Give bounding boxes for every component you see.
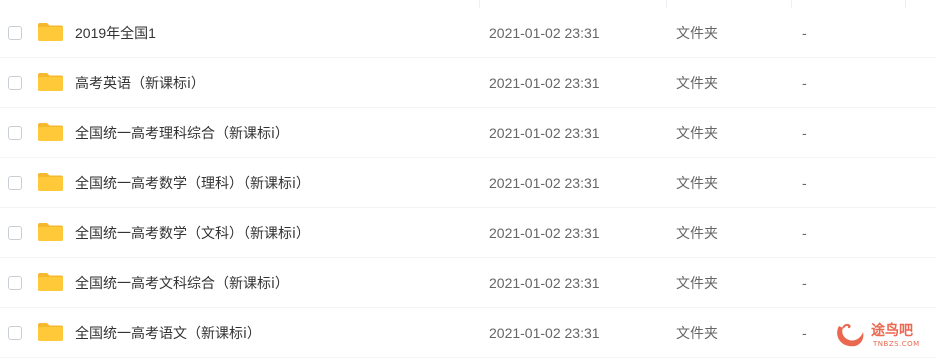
watermark-subtext: TNBZS.COM [873, 340, 920, 348]
file-size: - [802, 275, 807, 291]
column-divider [666, 0, 667, 8]
row-checkbox[interactable] [8, 276, 22, 290]
file-type: 文件夹 [676, 75, 718, 91]
file-row[interactable]: 全国统一高考语文（新课标ⅰ） 2021-01-02 23:31 文件夹 - [0, 308, 936, 358]
file-row[interactable]: 全国统一高考理科综合（新课标ⅰ） 2021-01-02 23:31 文件夹 - [0, 108, 936, 158]
watermark: 途鸟吧 TNBZS.COM [833, 318, 933, 354]
file-name[interactable]: 全国统一高考理科综合（新课标ⅰ） [75, 124, 289, 142]
folder-icon[interactable] [37, 322, 64, 342]
file-name[interactable]: 全国统一高考数学（理科）（新课标ⅰ） [75, 174, 310, 192]
watermark-text: 途鸟吧 [871, 323, 913, 339]
row-checkbox[interactable] [8, 226, 22, 240]
file-type: 文件夹 [676, 225, 718, 241]
file-name[interactable]: 全国统一高考语文（新课标ⅰ） [75, 324, 261, 342]
modified-date: 2021-01-02 23:31 [489, 325, 600, 341]
modified-date: 2021-01-02 23:31 [489, 25, 600, 41]
row-checkbox[interactable] [8, 176, 22, 190]
folder-icon[interactable] [37, 72, 64, 92]
file-list: 2019年全国1 2021-01-02 23:31 文件夹 - 高考英语（新课标ⅰ） 20… [0, 8, 936, 358]
file-type: 文件夹 [676, 25, 718, 41]
file-type: 文件夹 [676, 175, 718, 191]
header-strip [0, 0, 936, 8]
file-size: - [802, 125, 807, 141]
file-name[interactable]: 全国统一高考文科综合（新课标ⅰ） [75, 274, 289, 292]
file-name[interactable]: 高考英语（新课标ⅰ） [75, 74, 205, 92]
file-size: - [802, 75, 807, 91]
file-size: - [802, 325, 807, 341]
folder-icon[interactable] [37, 222, 64, 242]
folder-icon[interactable] [37, 272, 64, 292]
row-checkbox[interactable] [8, 326, 22, 340]
modified-date: 2021-01-02 23:31 [489, 75, 600, 91]
file-size: - [802, 225, 807, 241]
file-row[interactable]: 高考英语（新课标ⅰ） 2021-01-02 23:31 文件夹 - [0, 58, 936, 108]
folder-icon[interactable] [37, 172, 64, 192]
file-row[interactable]: 全国统一高考数学（文科）（新课标ⅰ） 2021-01-02 23:31 文件夹 - [0, 208, 936, 258]
file-row[interactable]: 全国统一高考数学（理科）（新课标ⅰ） 2021-01-02 23:31 文件夹 - [0, 158, 936, 208]
modified-date: 2021-01-02 23:31 [489, 175, 600, 191]
file-name[interactable]: 全国统一高考数学（文科）（新课标ⅰ） [75, 224, 310, 242]
swan-logo-icon [837, 323, 864, 347]
file-size: - [802, 175, 807, 191]
folder-icon[interactable] [37, 122, 64, 142]
file-type: 文件夹 [676, 325, 718, 341]
column-divider [905, 0, 906, 8]
file-size: - [802, 25, 807, 41]
folder-icon[interactable] [37, 22, 64, 42]
file-row[interactable]: 2019年全国1 2021-01-02 23:31 文件夹 - [0, 8, 936, 58]
modified-date: 2021-01-02 23:31 [489, 225, 600, 241]
column-divider [479, 0, 480, 8]
file-row[interactable]: 全国统一高考文科综合（新课标ⅰ） 2021-01-02 23:31 文件夹 - [0, 258, 936, 308]
file-name[interactable]: 2019年全国1 [75, 24, 156, 42]
file-type: 文件夹 [676, 125, 718, 141]
row-checkbox[interactable] [8, 26, 22, 40]
file-type: 文件夹 [676, 275, 718, 291]
column-divider [791, 0, 792, 8]
row-checkbox[interactable] [8, 76, 22, 90]
modified-date: 2021-01-02 23:31 [489, 125, 600, 141]
modified-date: 2021-01-02 23:31 [489, 275, 600, 291]
row-checkbox[interactable] [8, 126, 22, 140]
